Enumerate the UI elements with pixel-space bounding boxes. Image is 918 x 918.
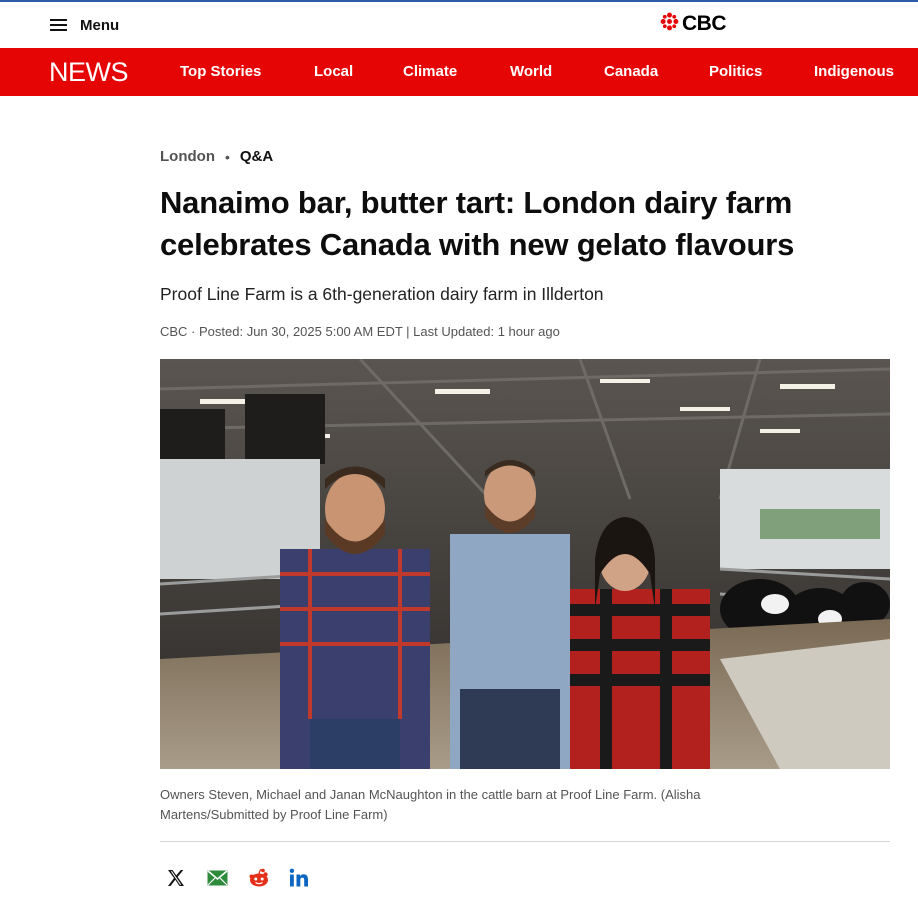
share-email-button[interactable] <box>207 866 248 894</box>
nav-world[interactable]: World <box>510 63 552 80</box>
linkedin-icon <box>289 868 309 893</box>
article-photo[interactable] <box>160 359 890 769</box>
byline: CBC · Posted: Jun 30, 2025 5:00 AM EDT |… <box>160 324 560 339</box>
reddit-icon <box>248 868 270 893</box>
page-title: Nanaimo bar, butter tart: London dairy f… <box>160 185 795 262</box>
menu-label: Menu <box>80 16 120 34</box>
cbc-wordmark: CBC <box>682 12 727 35</box>
share-x-button[interactable] <box>166 866 207 894</box>
share-reddit-button[interactable] <box>248 866 289 894</box>
nav-indigenous[interactable]: Indigenous <box>814 63 894 80</box>
nav-politics[interactable]: Politics <box>709 63 762 80</box>
breadcrumb-type: Q&A <box>239 148 274 165</box>
news-logo[interactable]: NEWS <box>49 57 129 88</box>
nav-canada[interactable]: Canada <box>604 63 658 80</box>
cbc-logo[interactable]: CBC <box>660 12 727 36</box>
share-bar <box>166 866 330 894</box>
breadcrumb-section[interactable]: London <box>160 148 215 165</box>
news-navbar: NEWS Top Stories Local Climate World Can… <box>0 48 918 96</box>
top-header: Menu CBC <box>0 0 918 48</box>
image-caption: Owners Steven, Michael and Janan McNaugh… <box>160 787 701 822</box>
nav-local[interactable]: Local <box>314 63 353 80</box>
breadcrumb: London • Q&A <box>160 148 273 165</box>
breadcrumb-separator: • <box>224 148 230 165</box>
menu-button[interactable]: Menu <box>50 12 119 38</box>
nav-climate[interactable]: Climate <box>403 63 457 80</box>
share-linkedin-button[interactable] <box>289 866 330 894</box>
cbc-gem-icon <box>660 12 679 36</box>
x-icon <box>166 868 186 893</box>
article-subtitle: Proof Line Farm is a 6th-generation dair… <box>160 284 604 304</box>
nav-top-stories[interactable]: Top Stories <box>180 63 261 80</box>
divider <box>160 841 890 842</box>
hamburger-icon <box>50 18 68 32</box>
email-icon <box>207 869 228 891</box>
